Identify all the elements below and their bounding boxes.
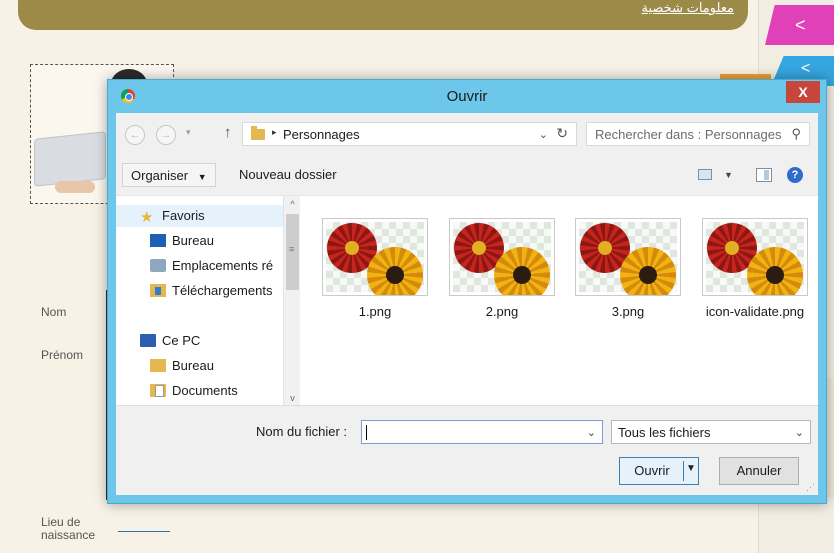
file-item[interactable]: 1.png [320,218,430,319]
filetype-value: Tous les fichiers [618,425,711,440]
sidebar-item-label: Bureau [172,233,214,248]
computer-icon [140,334,156,347]
label-nom: Nom [41,305,67,319]
scroll-up-icon[interactable]: ^ [284,196,301,212]
chevron-down-icon[interactable]: ⌄ [587,426,596,439]
search-icon[interactable]: ⚲ [791,126,801,142]
image-thumbnail-icon [575,218,681,296]
dialog-footer: Nom du fichier : ⌄ Tous les fichiers ⌄ O… [116,405,818,495]
address-bar[interactable]: ▸ Personnages ⌄ ↻ [242,122,577,146]
dialog-title: Ouvrir [446,88,488,105]
header-banner: معلومات شخصية [18,0,748,30]
sidebar-item-label: Emplacements ré [172,258,274,273]
hand-image [55,181,95,193]
filename-label: Nom du fichier : [256,424,348,439]
command-toolbar: Organiser ▼ Nouveau dossier ▼ ? [116,155,818,195]
lieu-naissance-input[interactable] [118,531,170,532]
back-arrow-icon[interactable]: ← [125,125,145,145]
chevron-down-icon[interactable]: ⌄ [539,128,548,141]
sidebar-item-label: Favoris [162,208,205,223]
scroll-down-icon[interactable]: v [284,390,301,406]
organize-button[interactable]: Organiser ▼ [122,163,216,187]
label-lieu-naissance: Lieu de naissance [41,516,95,542]
chevron-down-icon: ⌄ [794,427,804,439]
file-list: 1.png 2.png 3.png icon-validate.png [300,195,818,405]
sidebar-item-label: Ce PC [162,333,201,348]
up-arrow-icon[interactable]: ↑ [224,124,232,141]
sidebar-item-emplacements-recents[interactable]: Emplacements ré [150,255,283,277]
sidebar-item-bureau-pc[interactable]: Bureau [150,355,214,377]
chevron-left-icon: < [795,15,806,35]
filetype-select[interactable]: Tous les fichiers ⌄ [611,420,811,444]
new-folder-button[interactable]: Nouveau dossier [231,163,345,187]
star-icon: ★ [140,209,154,226]
sidebar-item-ce-pc[interactable]: Ce PC [140,330,200,352]
label-lieu-line1: Lieu de [41,515,81,529]
sidebar-item-documents[interactable]: Documents [150,380,238,402]
file-item[interactable]: 3.png [573,218,683,319]
label-lieu-line2: naissance [41,528,96,542]
caret-down-icon[interactable]: ▼ [686,463,696,474]
sidebar-item-label: Téléchargements [172,283,273,298]
image-thumbnail-icon [449,218,555,296]
navigation-pane: ★ Favoris Bureau Emplacements ré Téléchar… [116,195,300,406]
caret-down-icon: ▼ [197,172,207,182]
refresh-icon[interactable]: ↻ [556,125,568,142]
network-places-icon [150,259,166,272]
forward-arrow-icon[interactable]: → [156,125,176,145]
chevron-left-icon: < [801,60,811,77]
search-input[interactable]: Rechercher dans : Personnages [595,127,781,142]
sidebar-item-label: Documents [172,383,238,398]
pink-side-tab[interactable]: < [765,5,834,45]
folder-icon [251,126,265,140]
path-separator-icon[interactable]: ▸ [272,127,277,138]
sidebar-item-label: Bureau [172,358,214,373]
scrollbar-thumb[interactable]: ≡ [286,214,299,290]
breadcrumb-personnages[interactable]: Personnages [283,127,360,142]
downloads-folder-icon [150,284,166,297]
preview-pane-icon[interactable] [756,168,772,182]
open-button-label: Ouvrir [634,463,670,478]
organize-label: Organiser [131,168,189,183]
personal-info-link[interactable]: معلومات شخصية [642,0,734,16]
image-thumbnail-icon [702,218,808,296]
navigation-bar: ← → ▾ ↑ ▸ Personnages ⌄ ↻ Rechercher dan… [116,113,818,155]
search-box[interactable]: Rechercher dans : Personnages ⚲ [586,122,810,146]
image-thumbnail-icon [322,218,428,296]
folder-icon [150,359,166,372]
dialog-titlebar[interactable]: Ouvrir X [108,80,826,112]
cancel-button[interactable]: Annuler [719,457,799,485]
documents-folder-icon [150,384,166,397]
laptop-image [34,131,106,187]
close-button[interactable]: X [786,81,820,103]
file-item[interactable]: icon-validate.png [700,218,810,319]
navigation-scrollbar[interactable]: ^ ≡ v [283,196,300,406]
change-view-icon[interactable] [698,169,712,180]
split-divider [683,461,684,481]
file-item[interactable]: 2.png [447,218,557,319]
label-prenom: Prénom [41,348,84,362]
recent-locations-chevron-icon[interactable]: ▾ [186,127,191,138]
sidebar-item-bureau[interactable]: Bureau [150,230,214,252]
grip-icon: ≡ [289,244,295,254]
open-button[interactable]: Ouvrir ▼ [619,457,699,485]
file-name: icon-validate.png [705,304,805,319]
sidebar-item-telechargements[interactable]: Téléchargements [150,280,272,302]
sidebar-item-favoris[interactable]: ★ Favoris [116,205,283,227]
text-caret [366,425,367,440]
file-name: 3.png [611,304,645,319]
help-icon[interactable]: ? [787,167,803,183]
desktop-icon [150,234,166,247]
file-name: 2.png [485,304,519,319]
view-options-caret-icon[interactable]: ▼ [724,170,733,180]
file-name: 1.png [358,304,392,319]
open-file-dialog: Ouvrir X ← → ▾ ↑ ▸ Personnages ⌄ ↻ Reche… [107,79,827,504]
resize-grip-icon[interactable]: ⋰ [806,482,815,493]
filename-field[interactable]: ⌄ [361,420,603,444]
dialog-body: ← → ▾ ↑ ▸ Personnages ⌄ ↻ Rechercher dan… [116,113,818,495]
